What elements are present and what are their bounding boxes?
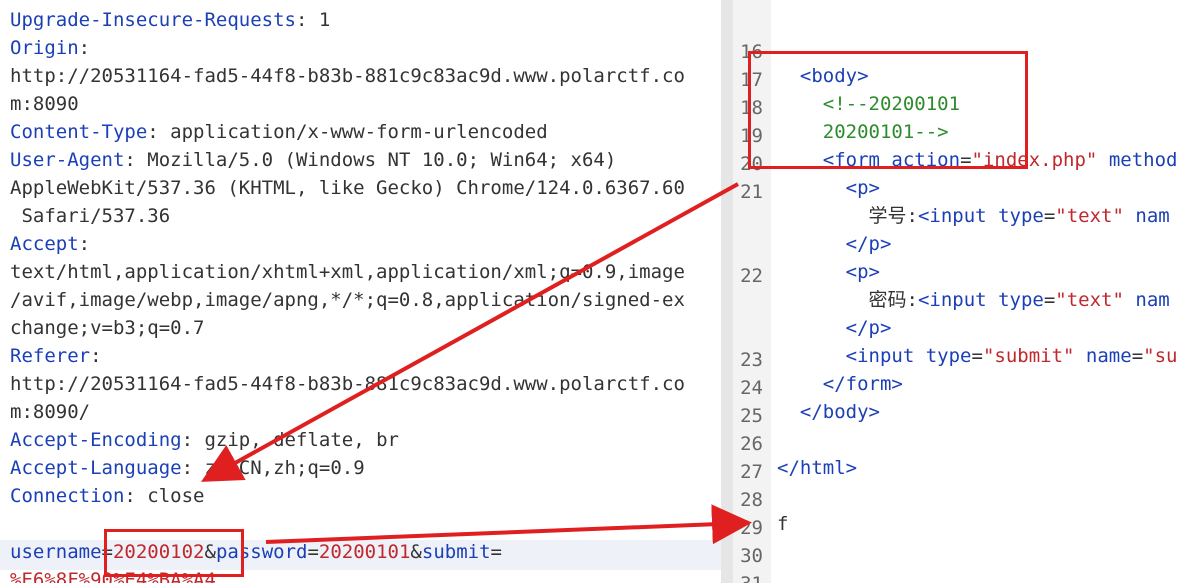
request-line: User-Agent: Mozilla/5.0 (Windows NT 10.0… — [10, 149, 617, 171]
request-body-line[interactable]: username=20200102&password=20200101&subm… — [10, 538, 718, 566]
request-line: Content-Type: application/x-www-form-url… — [10, 121, 548, 143]
code-line: <p> — [845, 177, 880, 199]
request-line: Accept-Encoding: gzip, deflate, br — [10, 429, 399, 451]
line-number: 16 — [740, 41, 763, 63]
pane-splitter[interactable] — [721, 0, 733, 583]
request-line: http://20531164-fad5-44f8-b83b-881c9c83a… — [10, 373, 685, 395]
code-line: <!--20200101 — [822, 93, 961, 115]
line-number: 24 — [740, 377, 763, 399]
code-line: 密码:<input type="text" nam — [868, 289, 1170, 311]
request-line: /avif,image/webp,image/apng,*/*;q=0.8,ap… — [10, 289, 685, 311]
line-number: 30 — [740, 545, 763, 567]
code-line: 20200101--> — [822, 121, 949, 143]
response-viewer[interactable]: 16 17 18 19 20 21 22 23 24 25 26 27 28 2… — [733, 0, 1195, 583]
code-line: <body> — [799, 65, 869, 87]
request-line: Connection: close — [10, 485, 205, 507]
line-number: 21 — [740, 181, 763, 203]
code-line: <input type="submit" name="su — [845, 345, 1178, 367]
request-line: Origin: — [10, 37, 91, 59]
line-number: 28 — [740, 489, 763, 511]
code-line: </html> — [777, 457, 858, 479]
request-body-line: %E6%8F%90%E4%BA%A4 — [10, 566, 718, 583]
request-line: text/html,application/xhtml+xml,applicat… — [10, 261, 685, 283]
request-line: Accept: — [10, 233, 91, 255]
code-line: </body> — [799, 401, 880, 423]
line-number: 20 — [740, 153, 763, 175]
param-submit-value: %E6%8F%90%E4%BA%A4 — [10, 569, 216, 583]
code-line: </p> — [845, 233, 892, 255]
line-number: 29 — [740, 517, 763, 539]
line-number: 31 — [735, 570, 763, 583]
request-line: AppleWebKit/537.36 (KHTML, like Gecko) C… — [10, 177, 685, 199]
request-line: change;v=b3;q=0.7 — [10, 317, 205, 339]
request-line: http://20531164-fad5-44f8-b83b-881c9c83a… — [10, 65, 685, 87]
code-line: <form action="index.php" method — [822, 149, 1178, 171]
line-number: 17 — [740, 69, 763, 91]
line-number: 23 — [740, 349, 763, 371]
code-line: </p> — [845, 317, 892, 339]
request-line: Referer: — [10, 345, 102, 367]
code-line: <p> — [845, 261, 880, 283]
request-line: Accept-Language: zh-CN,zh;q=0.9 — [10, 457, 365, 479]
line-number: 18 — [740, 97, 763, 119]
param-password-value: 20200101 — [318, 541, 411, 563]
line-number: 19 — [740, 125, 763, 147]
line-number: 25 — [740, 405, 763, 427]
param-password-key: password — [215, 541, 308, 563]
line-number: 27 — [740, 461, 763, 483]
request-line: m:8090/ — [10, 401, 91, 423]
param-username-key: username — [10, 541, 102, 563]
code-line: 学号:<input type="text" nam — [868, 205, 1170, 227]
code-line: f — [777, 513, 789, 535]
code-line: </form> — [822, 373, 903, 395]
request-line: Upgrade-Insecure-Requests: 1 — [10, 9, 331, 31]
line-number: 26 — [740, 433, 763, 455]
request-editor[interactable]: Upgrade-Insecure-Requests: 1 Origin: htt… — [0, 0, 721, 583]
line-number: 22 — [740, 265, 763, 287]
request-line: Safari/537.36 — [10, 205, 171, 227]
param-username-value: 20200102 — [112, 541, 205, 563]
request-line: m:8090 — [10, 93, 79, 115]
param-submit-key: submit — [421, 541, 491, 563]
